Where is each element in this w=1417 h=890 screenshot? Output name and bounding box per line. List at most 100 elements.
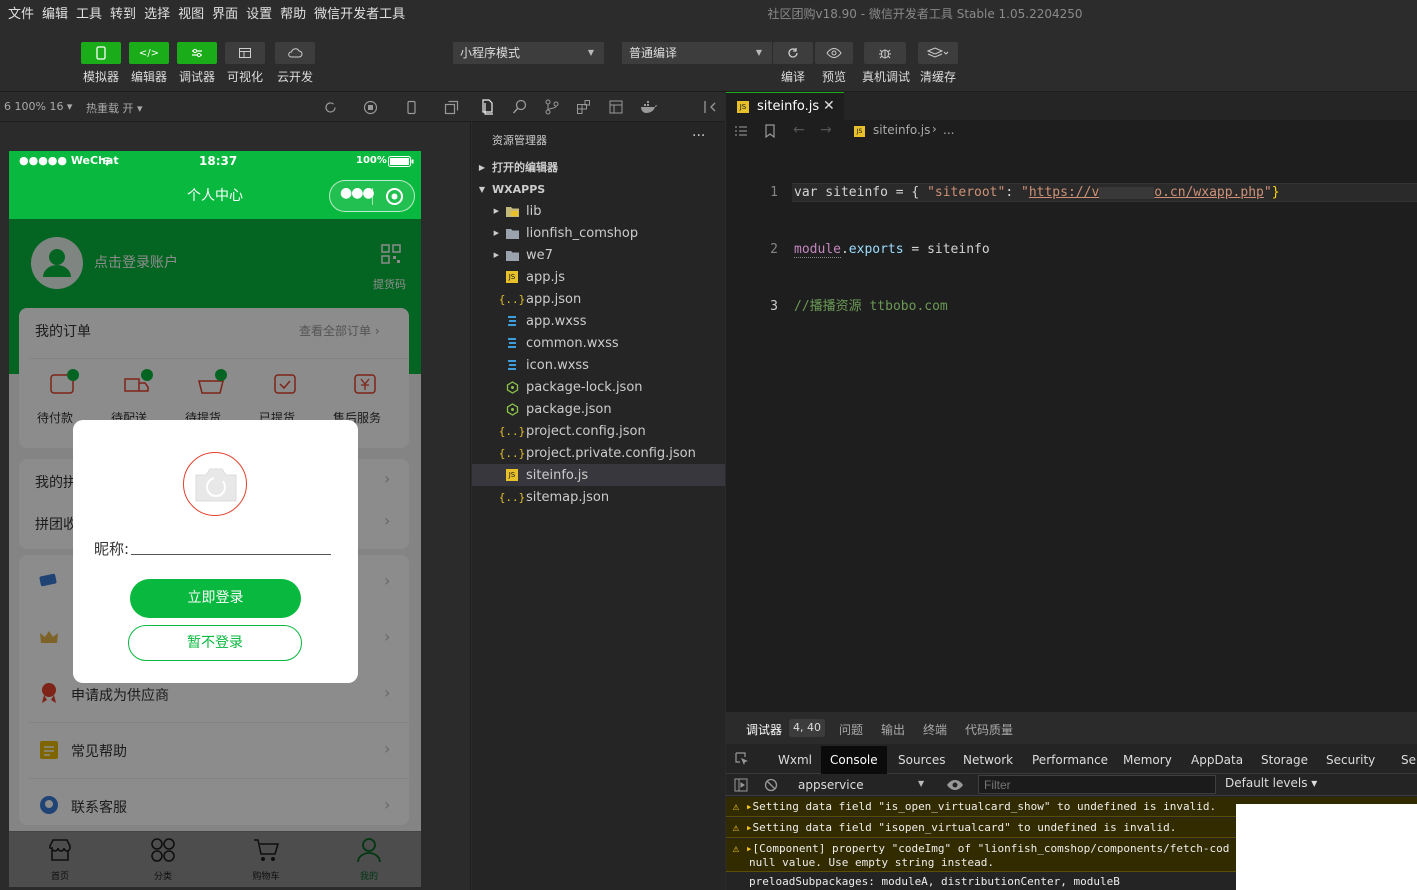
battery-icon (388, 156, 414, 167)
avatar-upload[interactable] (183, 452, 247, 516)
compile-mode-select[interactable]: 普通编译 ▼ (622, 42, 772, 64)
file-name: lib (526, 203, 542, 219)
code-text[interactable]: var siteinfo = { "siteroot": "https://v o… (794, 145, 1414, 354)
preview-button[interactable] (815, 42, 853, 64)
bookmark-icon[interactable] (764, 124, 776, 138)
file-item[interactable]: {..} project.config.json (472, 420, 725, 442)
file-item[interactable]: {..} project.private.config.json (472, 442, 725, 464)
file-item[interactable]: app.wxss (472, 310, 725, 332)
menu-file[interactable]: 文件 (0, 0, 38, 30)
compile-button[interactable] (773, 42, 813, 64)
collapse-panel-icon[interactable] (702, 99, 718, 115)
code-url[interactable]: o.cn/wxapp.php (1154, 185, 1264, 200)
source-control-icon[interactable] (544, 99, 560, 115)
chevron-right-icon[interactable]: ▶ (484, 207, 504, 215)
devtools-tab-wxml[interactable]: Wxml (769, 746, 821, 774)
visual-toggle-button[interactable] (225, 42, 265, 64)
file-item[interactable]: {..} sitemap.json (472, 486, 725, 508)
docker-icon[interactable] (640, 99, 658, 115)
menu-tools[interactable]: 工具 (72, 0, 106, 30)
cloud-dev-button[interactable] (275, 42, 315, 64)
devtools-tab-console[interactable]: Console (821, 746, 887, 774)
inspect-icon[interactable] (735, 752, 749, 766)
menu-view[interactable]: 视图 (174, 0, 208, 30)
devtools-tab-performance[interactable]: Performance (1023, 746, 1117, 774)
explorer-more-button[interactable]: ··· (692, 128, 705, 144)
open-editors-section[interactable]: ▶ 打开的编辑器 (472, 156, 725, 178)
editor-toggle-button[interactable]: </> (129, 42, 169, 64)
tab-code-quality[interactable]: 代码质量 (965, 721, 1013, 738)
tab-terminal[interactable]: 终端 (923, 721, 947, 738)
file-name: lionfish_comshop (526, 225, 639, 241)
camera-icon (195, 468, 237, 502)
rotate-icon[interactable] (323, 100, 338, 115)
file-item[interactable]: package-lock.json (472, 376, 725, 398)
devtools-tab-more[interactable]: Ser (1392, 746, 1417, 774)
devtools-tab-sources[interactable]: Sources (889, 746, 954, 774)
devtools-tab-memory[interactable]: Memory (1114, 746, 1181, 774)
phone-icon[interactable] (404, 100, 419, 115)
devtools-tab-storage[interactable]: Storage (1252, 746, 1317, 774)
chevron-right-icon[interactable]: ▶ (484, 251, 504, 259)
menu-goto[interactable]: 转到 (106, 0, 140, 30)
real-device-debug-button[interactable] (864, 42, 906, 64)
outline-icon[interactable] (608, 99, 624, 115)
stop-icon[interactable] (363, 100, 378, 115)
device-select[interactable]: 6 100% 16 ▾ (4, 100, 72, 113)
clear-cache-button[interactable] (918, 42, 958, 64)
tab-problems[interactable]: 问题 (839, 721, 863, 738)
hot-reload-toggle[interactable]: 热重载 开 ▾ (86, 100, 143, 116)
back-arrow-icon[interactable]: ← (793, 122, 805, 138)
file-item[interactable]: common.wxss (472, 332, 725, 354)
file-item[interactable]: icon.wxss (472, 354, 725, 376)
menu-edit[interactable]: 编辑 (38, 0, 72, 30)
sidebar-toggle-icon[interactable] (734, 778, 748, 792)
eye-icon[interactable] (946, 778, 964, 792)
code-line-1: var siteinfo = { "siteroot": "https://v o… (794, 183, 1414, 202)
preview-label: 预览 (821, 70, 846, 84)
file-item[interactable]: {..} app.json (472, 288, 725, 310)
folder-item[interactable]: ▶ lib (472, 200, 725, 222)
files-icon[interactable] (480, 99, 496, 115)
forward-arrow-icon[interactable]: → (820, 122, 832, 138)
popout-icon[interactable] (444, 100, 459, 115)
log-levels-select[interactable]: Default levels ▾ (1225, 776, 1317, 790)
code-url[interactable]: https://v (1029, 185, 1099, 200)
debugger-toggle-button[interactable] (177, 42, 217, 64)
folder-item[interactable]: ▶ lionfish_comshop (472, 222, 725, 244)
devtools-tab-security[interactable]: Security (1317, 746, 1384, 774)
list-icon[interactable] (734, 125, 748, 137)
tab-debugger[interactable]: 调试器 (746, 721, 782, 738)
menu-settings[interactable]: 设置 (242, 0, 276, 30)
clear-console-icon[interactable] (764, 778, 778, 792)
console-filter-input[interactable] (978, 775, 1216, 794)
devtools-tab-appdata[interactable]: AppData (1182, 746, 1252, 774)
folder-item[interactable]: ▶ we7 (472, 244, 725, 266)
editor-tab-siteinfo[interactable]: JS siteinfo.js ✕ (726, 92, 844, 120)
context-select[interactable]: appservice ▼ (792, 776, 932, 794)
file-item[interactable]: JS app.js (472, 266, 725, 288)
file-item[interactable]: JS siteinfo.js (472, 464, 725, 486)
skip-login-button[interactable]: 暂不登录 (128, 625, 302, 661)
tab-output[interactable]: 输出 (881, 721, 905, 738)
more-dots-icon[interactable]: ●●● (340, 185, 375, 201)
close-miniprogram-icon[interactable] (385, 187, 404, 206)
file-item[interactable]: package.json (472, 398, 725, 420)
menu-select[interactable]: 选择 (140, 0, 174, 30)
menu-help[interactable]: 帮助 (276, 0, 310, 30)
extensions-icon[interactable] (576, 99, 592, 115)
clear-cache-label: 清缓存 (919, 70, 956, 84)
chevron-right-icon[interactable]: ▶ (484, 229, 504, 237)
nickname-input[interactable] (131, 554, 331, 555)
devtools-tab-network[interactable]: Network (954, 746, 1022, 774)
phone-icon (96, 46, 106, 60)
menu-interface[interactable]: 界面 (208, 0, 242, 30)
menu-wechat-devtools[interactable]: 微信开发者工具 (310, 0, 409, 30)
login-button[interactable]: 立即登录 (130, 579, 301, 618)
breadcrumb-file[interactable]: siteinfo.js (873, 123, 930, 137)
search-icon[interactable] (512, 99, 528, 115)
simulator-toggle-button[interactable] (81, 42, 121, 64)
mode-select[interactable]: 小程序模式 ▼ (453, 42, 604, 64)
close-tab-icon[interactable]: ✕ (823, 98, 835, 114)
workspace-root[interactable]: ▼ WXAPPS (472, 178, 725, 200)
